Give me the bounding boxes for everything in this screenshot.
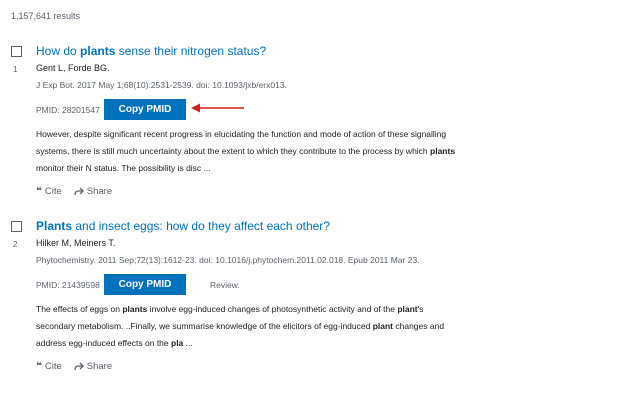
snippet-highlight: plants [430, 146, 456, 156]
result-number: 2 [13, 240, 18, 249]
quote-icon: ❝ [36, 185, 42, 197]
result-pmid: PMID: 21439598 [36, 280, 100, 290]
snippet-text: ... [183, 338, 193, 348]
share-button[interactable]: Share [74, 361, 112, 372]
result-checkbox[interactable] [11, 221, 22, 232]
snippet-highlight: plant [397, 304, 418, 314]
result-checkbox[interactable] [11, 46, 22, 57]
snippet-highlight: pla [171, 338, 184, 348]
red-arrow-icon [191, 103, 244, 113]
result-snippet: The effects of eggs on plants involve eg… [36, 301, 456, 352]
share-button[interactable]: Share [74, 186, 112, 197]
snippet-text: monitor their N status. The possibility … [36, 163, 211, 173]
title-text: and insect eggs: how do they affect each… [72, 219, 330, 233]
snippet-text: However, despite significant recent prog… [36, 129, 447, 156]
cite-button[interactable]: ❝ Cite [36, 361, 62, 372]
result-actions: ❝ Cite Share [36, 186, 112, 197]
copy-pmid-button[interactable]: Copy PMID [104, 274, 186, 295]
copy-pmid-button[interactable]: Copy PMID [104, 99, 186, 120]
share-icon [74, 187, 84, 197]
title-highlight: plants [80, 44, 116, 58]
title-text: How do [36, 44, 81, 58]
result-citation: Phytochemistry. 2011 Sep;72(13):1612-23.… [36, 255, 420, 265]
result-authors: Gent L, Forde BG. [36, 63, 110, 73]
results-count: 1,157,641 results [11, 11, 81, 21]
cite-label: Cite [44, 361, 62, 372]
snippet-highlight: plants [122, 304, 148, 314]
result-actions: ❝ Cite Share [36, 361, 112, 372]
review-badge: Review. [210, 280, 240, 290]
cite-button[interactable]: ❝ Cite [36, 186, 62, 197]
result-authors: Hilker M, Meiners T. [36, 238, 116, 248]
snippet-text: The effects of eggs on [36, 304, 123, 314]
result-title-link[interactable]: Plants and insect eggs: how do they affe… [36, 219, 330, 233]
snippet-text: involve egg-induced changes of photosynt… [147, 304, 398, 314]
share-icon [74, 362, 84, 372]
title-highlight: Plants [36, 219, 73, 233]
share-label: Share [86, 361, 113, 372]
quote-icon: ❝ [36, 360, 42, 372]
share-label: Share [86, 186, 113, 197]
result-snippet: However, despite significant recent prog… [36, 126, 456, 177]
result-pmid: PMID: 28201547 [36, 105, 100, 115]
cite-label: Cite [44, 186, 62, 197]
snippet-highlight: plant [372, 321, 394, 331]
title-text: sense their nitrogen status? [115, 44, 267, 58]
result-citation: J Exp Bot. 2017 May 1;68(10):2531-2539. … [36, 80, 287, 90]
result-number: 1 [13, 65, 18, 74]
result-title-link[interactable]: How do plants sense their nitrogen statu… [36, 44, 266, 58]
